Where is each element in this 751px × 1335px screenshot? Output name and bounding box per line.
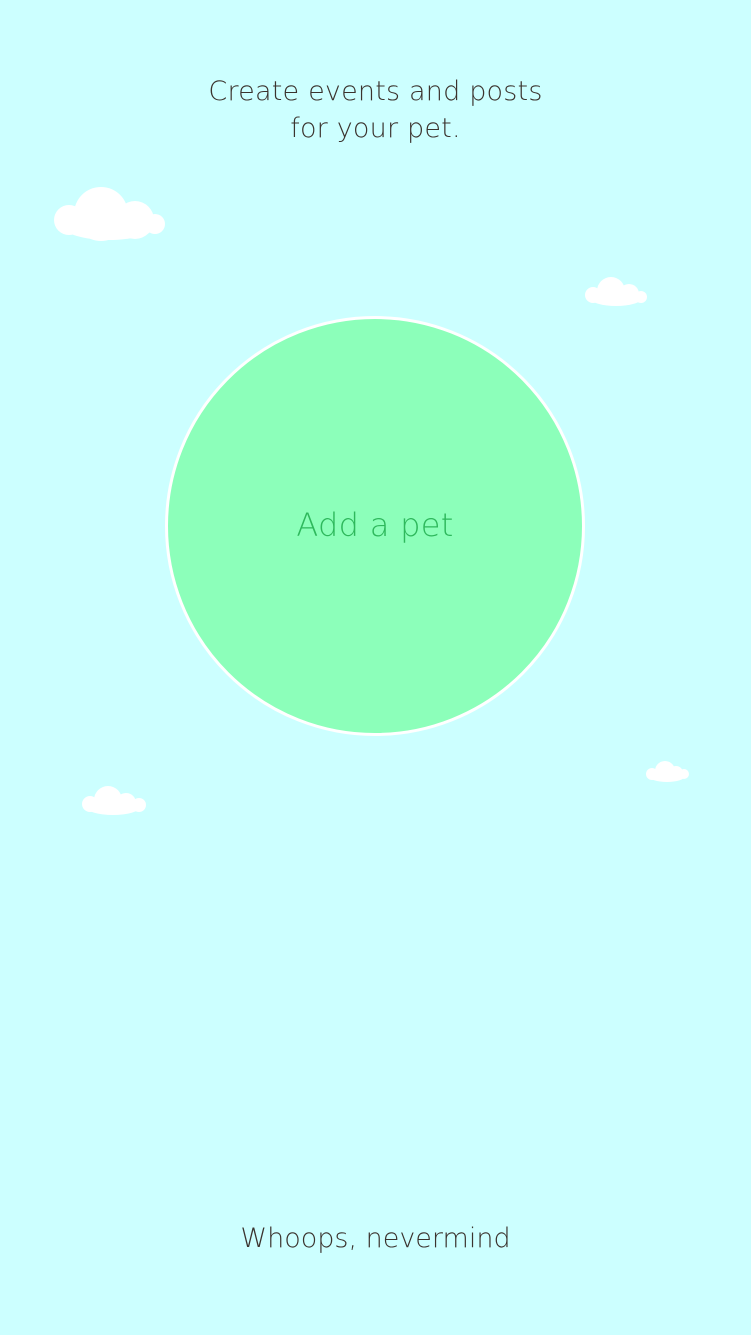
cloud-icon [53, 186, 167, 246]
add-pet-button[interactable]: Add a pet [165, 316, 585, 736]
page-title-line-1: Create events and posts [208, 76, 543, 107]
cloud-icon [645, 760, 689, 784]
add-pet-screen: Create events and posts for your pet. Ad… [0, 0, 751, 1335]
nevermind-link[interactable]: Whoops, nevermind [0, 1219, 751, 1259]
page-title: Create events and posts for your pet. [0, 73, 751, 147]
cloud-icon [584, 276, 648, 310]
cloud-icon [81, 784, 147, 818]
add-pet-label: Add a pet [296, 506, 454, 544]
page-title-line-2: for your pet. [290, 113, 461, 144]
